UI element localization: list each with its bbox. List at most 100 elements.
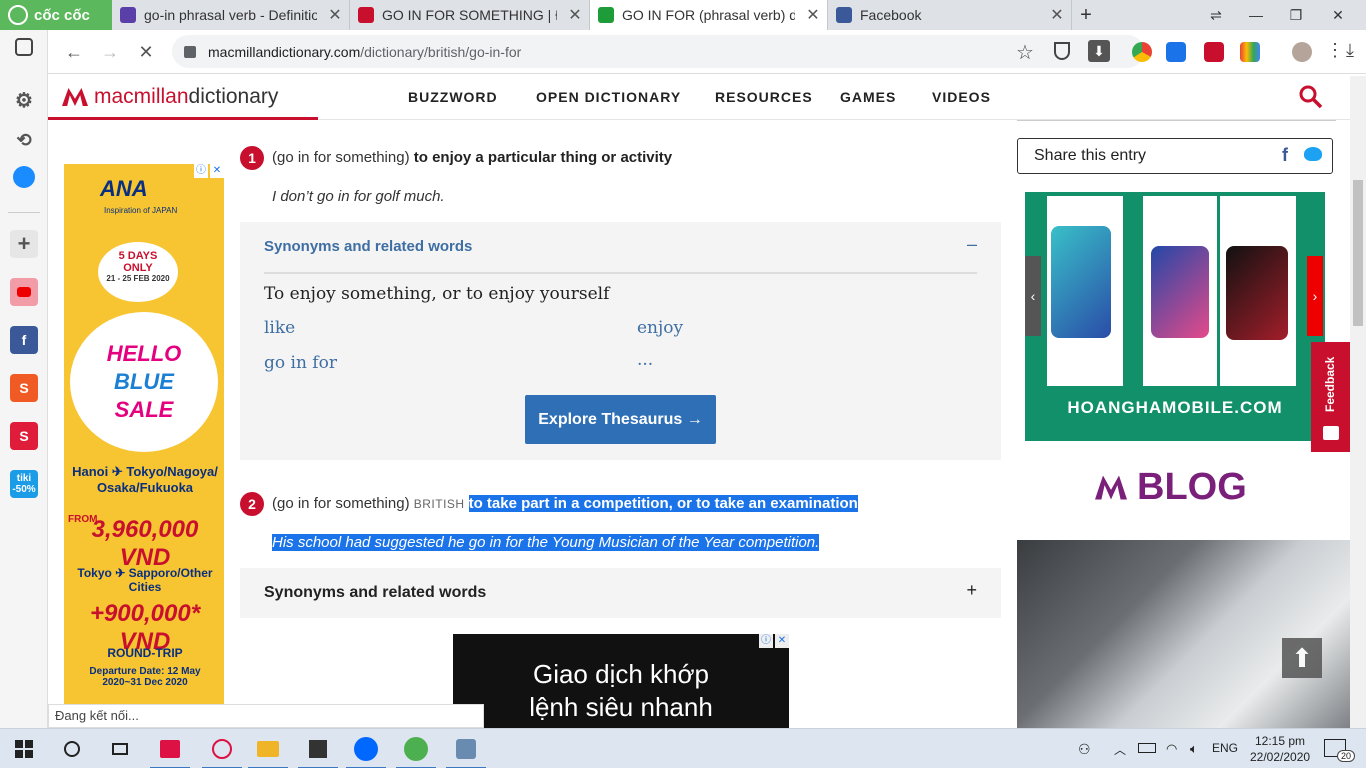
facebook-icon[interactable]: f bbox=[10, 326, 38, 354]
menu-games[interactable]: GAMES bbox=[840, 89, 896, 105]
people-icon[interactable]: ⚇ bbox=[1078, 741, 1091, 758]
volume-icon[interactable]: 🔈︎ bbox=[1190, 741, 1198, 757]
collapse-icon[interactable]: – bbox=[967, 234, 977, 255]
messenger-icon[interactable] bbox=[13, 166, 35, 188]
red-extension-icon[interactable] bbox=[1204, 42, 1224, 62]
close-tab-icon[interactable]: ✕ bbox=[565, 5, 585, 25]
shopee-icon[interactable]: S bbox=[10, 374, 38, 402]
menu-resources[interactable]: RESOURCES bbox=[715, 89, 813, 105]
download-icon[interactable]: ⤓ bbox=[1346, 40, 1354, 61]
history-icon[interactable]: ⟲ bbox=[10, 126, 38, 154]
forward-button[interactable]: → bbox=[96, 38, 124, 66]
status-bar: Đang kết nối... bbox=[48, 704, 484, 728]
ad-days-dates: 21 - 25 FEB 2020 bbox=[106, 274, 170, 283]
news-app-icon[interactable] bbox=[150, 735, 190, 768]
menu-videos[interactable]: VIDEOS bbox=[932, 89, 991, 105]
tab-title: Facebook bbox=[860, 7, 922, 23]
youtube-icon[interactable] bbox=[10, 278, 38, 306]
tab-favicon-icon bbox=[358, 7, 374, 23]
chrome-extension-icon[interactable] bbox=[1132, 42, 1152, 62]
close-tab-icon[interactable]: ✕ bbox=[325, 5, 345, 25]
adchoices-icon[interactable]: ⓘ bbox=[759, 634, 773, 648]
scrollbar-thumb[interactable] bbox=[1353, 180, 1363, 326]
synonym-link[interactable]: go in for bbox=[264, 353, 337, 373]
tiki-icon[interactable]: tiki -50% bbox=[10, 470, 38, 498]
bookmark-star-icon[interactable]: ☆ bbox=[1016, 40, 1034, 65]
windows-start-icon[interactable] bbox=[10, 735, 38, 763]
shield-icon[interactable] bbox=[1054, 42, 1070, 60]
new-extension-icon[interactable] bbox=[1166, 42, 1186, 62]
menu-buzzword[interactable]: BUZZWORD bbox=[408, 89, 498, 105]
maximize-button[interactable]: ❐ bbox=[1276, 0, 1316, 30]
lock-icon bbox=[184, 45, 196, 58]
sendo-icon[interactable]: S bbox=[10, 422, 38, 450]
task-view-icon[interactable] bbox=[106, 735, 134, 763]
synonyms-heading[interactable]: Synonyms and related words bbox=[264, 584, 486, 602]
tab-3-active[interactable]: GO IN FOR (phrasal verb) def ✕ bbox=[590, 0, 828, 30]
ad-trip: ROUND-TRIP bbox=[107, 646, 183, 660]
synonyms-heading[interactable]: Synonyms and related words bbox=[264, 238, 472, 255]
zalo-icon[interactable] bbox=[346, 735, 386, 768]
tab-1[interactable]: go-in phrasal verb - Definition ✕ bbox=[112, 0, 350, 30]
restore-window-icon[interactable]: ⇌ bbox=[1196, 0, 1236, 30]
minimize-button[interactable]: — bbox=[1236, 0, 1276, 30]
facebook-share-icon[interactable]: f bbox=[1282, 145, 1288, 166]
snipping-tool-icon[interactable] bbox=[202, 735, 242, 768]
stop-loading-button[interactable]: ✕ bbox=[132, 38, 160, 66]
adchoices-icon[interactable]: ⓘ bbox=[194, 164, 208, 178]
notification-count-badge: 20 bbox=[1336, 750, 1355, 762]
close-ad-icon[interactable]: ✕ bbox=[210, 164, 224, 178]
tab-2[interactable]: GO IN FOR SOMETHING | Định ✕ bbox=[350, 0, 590, 30]
synonym-link[interactable]: enjoy bbox=[637, 318, 683, 338]
page-scrollbar[interactable] bbox=[1350, 76, 1366, 728]
ana-advertisement[interactable]: ⓘ ✕ ANA Inspiration of JAPAN 5 DAYS ONLY… bbox=[64, 164, 224, 709]
expand-icon[interactable]: + bbox=[966, 580, 977, 601]
close-tab-icon[interactable]: ✕ bbox=[1047, 5, 1067, 25]
language-indicator[interactable]: ENG bbox=[1212, 741, 1238, 755]
ad-prev-arrow-icon[interactable]: ‹ bbox=[1025, 256, 1041, 336]
back-button[interactable]: ← bbox=[60, 38, 88, 66]
hoanghamobile-advertisement[interactable]: ‹ › HOANGHAMOBILE.COM bbox=[1025, 192, 1325, 441]
wifi-icon[interactable]: ◠ bbox=[1166, 741, 1177, 757]
address-bar[interactable]: macmillandictionary.com/dictionary/briti… bbox=[172, 35, 1144, 68]
ad-next-arrow-icon[interactable]: › bbox=[1307, 256, 1323, 336]
download-savior-icon[interactable]: ⬇ bbox=[1088, 40, 1110, 62]
menu-open-dictionary[interactable]: OPEN DICTIONARY bbox=[536, 89, 681, 105]
chevron-up-icon[interactable]: ︿ bbox=[1114, 741, 1126, 758]
new-tab-button[interactable]: + bbox=[1066, 0, 1106, 30]
twitter-share-icon[interactable] bbox=[1304, 147, 1322, 161]
synonym-more-link[interactable]: ... bbox=[637, 350, 653, 370]
bottom-advertisement[interactable]: ⓘ ✕ Giao dịch khớp lệnh siêu nhanh bbox=[453, 634, 789, 728]
feedback-button[interactable]: Feedback bbox=[1311, 342, 1350, 452]
coccoc-menu-button[interactable]: cốc cốc bbox=[0, 0, 112, 30]
blog-photo[interactable] bbox=[1017, 540, 1350, 728]
synonyms-panel-collapsed[interactable]: Synonyms and related words + bbox=[240, 568, 1001, 618]
close-window-button[interactable]: ✕ bbox=[1318, 0, 1358, 30]
macmillan-logo[interactable]: macmillandictionary bbox=[62, 84, 278, 110]
search-icon[interactable] bbox=[1298, 84, 1324, 110]
kebab-menu-icon[interactable]: ⋮ bbox=[1326, 40, 1344, 61]
profile-avatar[interactable] bbox=[1292, 42, 1312, 62]
synonym-link[interactable]: like bbox=[264, 318, 295, 338]
blog-heading[interactable]: BLOG bbox=[1095, 466, 1247, 509]
app-taskbar-icon[interactable] bbox=[446, 735, 486, 768]
file-explorer-icon[interactable] bbox=[248, 735, 288, 768]
sticky-notes-icon[interactable] bbox=[298, 735, 338, 768]
color-extension-icon[interactable] bbox=[1240, 42, 1260, 62]
macmillan-logo-icon bbox=[62, 88, 88, 106]
explore-thesaurus-button[interactable]: Explore Thesaurus → bbox=[525, 395, 716, 444]
tab-4[interactable]: Facebook ✕ bbox=[828, 0, 1072, 30]
close-tab-icon[interactable]: ✕ bbox=[803, 5, 823, 25]
add-app-icon[interactable]: + bbox=[10, 230, 38, 258]
arrow-right-icon: → bbox=[101, 41, 119, 62]
gear-icon[interactable]: ⚙ bbox=[10, 86, 38, 114]
battery-icon[interactable] bbox=[1138, 743, 1156, 753]
back-to-top-icon[interactable]: ⬆ bbox=[1282, 638, 1322, 678]
close-ad-icon[interactable]: ✕ bbox=[775, 634, 789, 648]
sidebar-toggle-icon[interactable] bbox=[15, 38, 33, 56]
clock[interactable]: 12:15 pm 22/02/2020 bbox=[1250, 733, 1310, 765]
coccoc-taskbar-icon[interactable] bbox=[396, 735, 436, 768]
blog-label: BLOG bbox=[1137, 466, 1247, 508]
search-circle-icon[interactable] bbox=[58, 735, 86, 763]
notification-icon[interactable]: 20 bbox=[1324, 739, 1355, 762]
